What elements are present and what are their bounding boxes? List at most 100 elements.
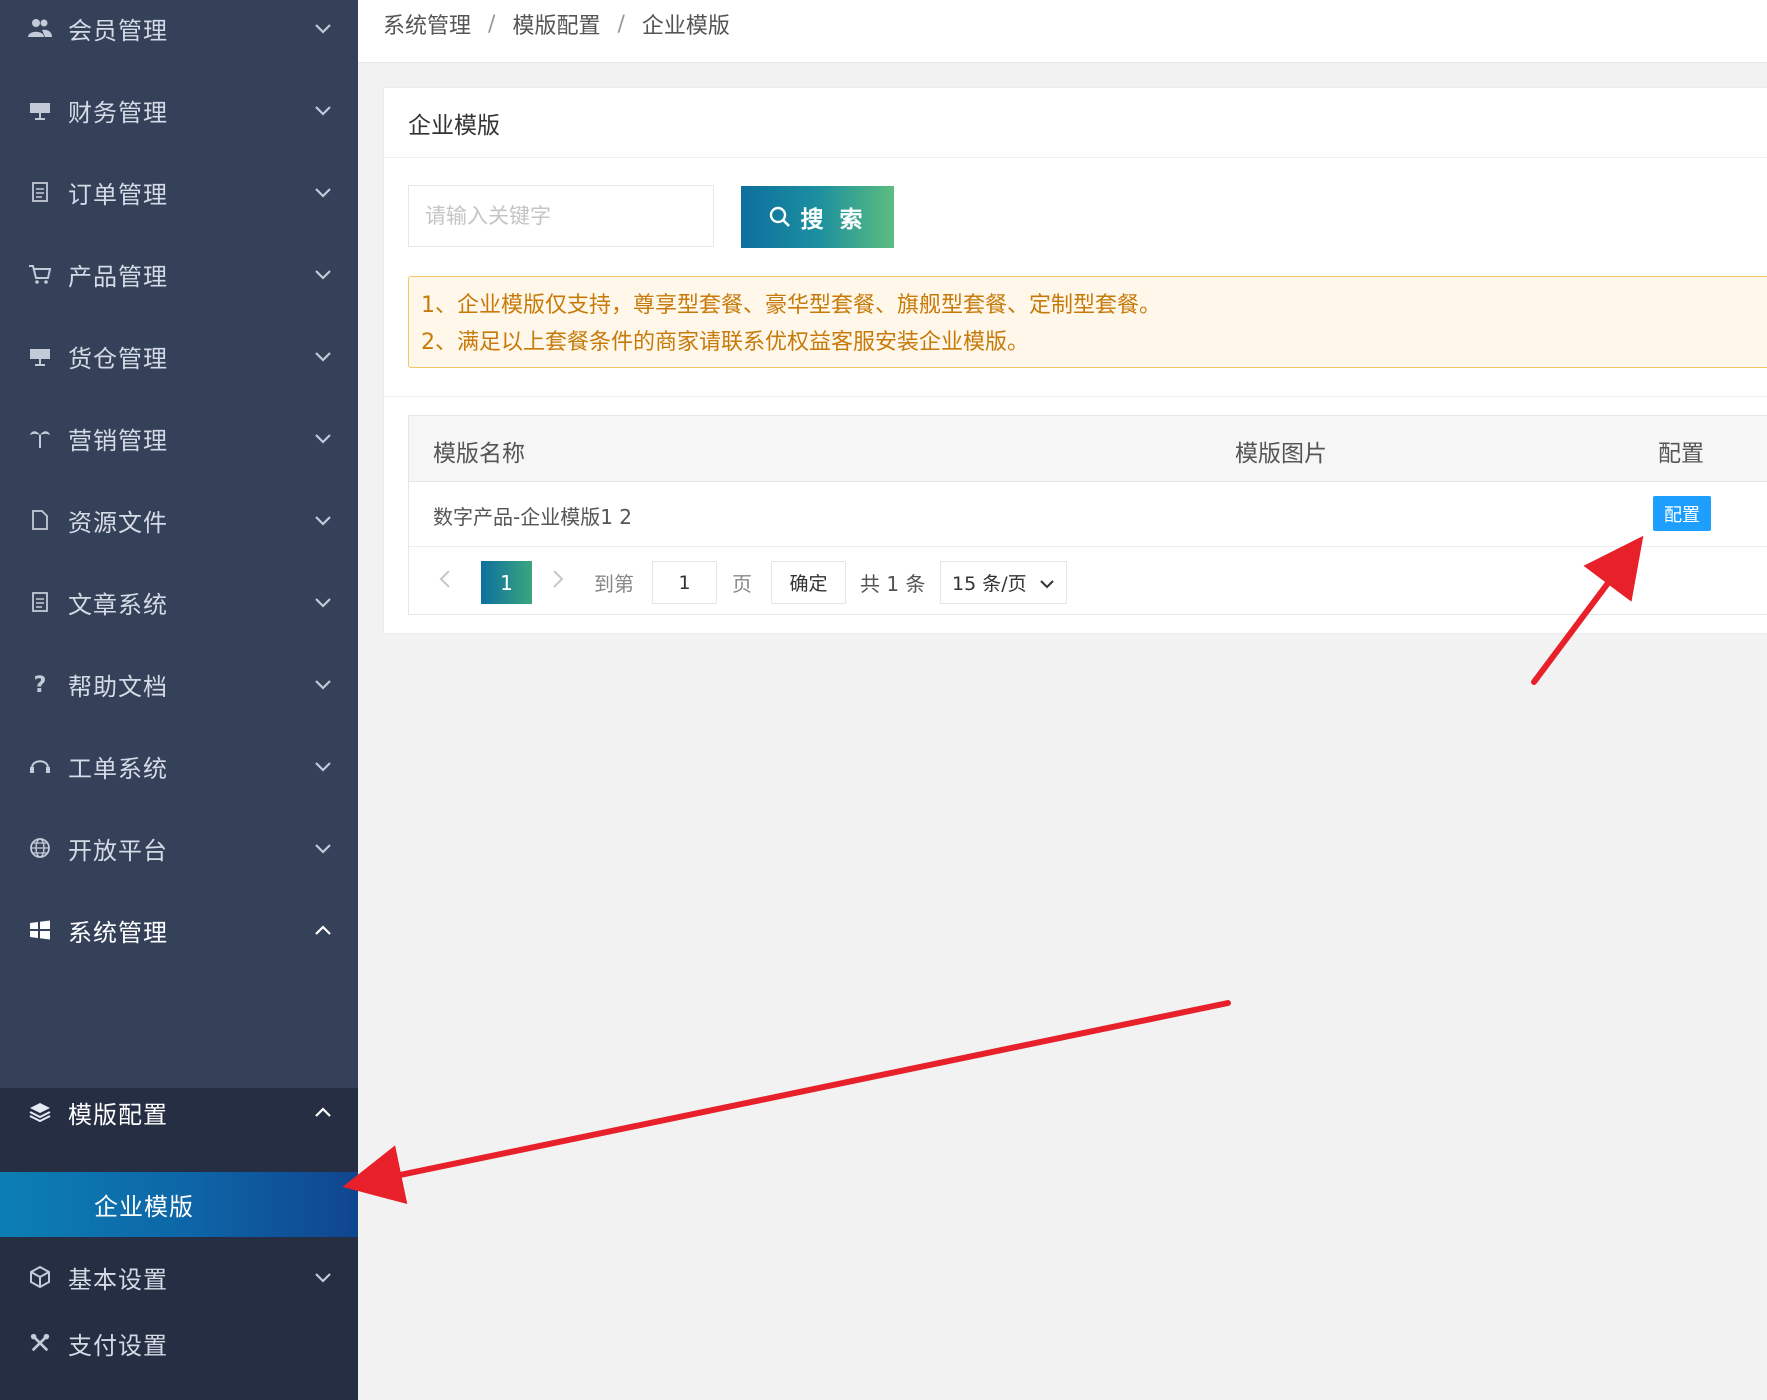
question-icon: ?: [27, 671, 53, 697]
page-size-value: 15 条/页: [952, 573, 1027, 595]
chevron-down-icon: [315, 106, 331, 116]
chevron-up-icon: [315, 1107, 331, 1117]
sidebar-item-payment-settings[interactable]: 支付设置: [0, 1310, 358, 1376]
sidebar-item[interactable]: 会员管理: [0, 0, 358, 74]
globe-icon: [27, 835, 53, 861]
chevron-up-icon: [315, 925, 331, 935]
notice-line: 2、满足以上套餐条件的商家请联系优权益客服安装企业模版。: [421, 330, 1029, 355]
sidebar-item-label: 帮助文档: [68, 672, 168, 701]
page-size-select[interactable]: 15 条/页: [940, 561, 1067, 604]
sidebar-item[interactable]: 产品管理: [0, 228, 358, 320]
config-button[interactable]: 配置: [1653, 496, 1711, 531]
search-button[interactable]: 搜 索: [741, 186, 894, 248]
chevron-down-icon: [315, 680, 331, 690]
warehouse-icon: [27, 343, 53, 369]
sidebar-item-label: 资源文件: [68, 508, 168, 537]
chevron-down-icon: [315, 352, 331, 362]
pagination: 1 到第 页 确定 共 1 条 15 条/页: [409, 546, 1767, 614]
chevron-down-icon: [315, 762, 331, 772]
chevron-down-icon: [315, 270, 331, 280]
prev-page-icon[interactable]: [435, 568, 457, 590]
breadcrumb-item[interactable]: 模版配置: [512, 8, 600, 40]
chevron-down-icon: [315, 598, 331, 608]
headset-icon: [27, 753, 53, 779]
tools-icon: [27, 1330, 53, 1356]
annotation-arrow: [342, 1000, 1231, 1205]
search-input[interactable]: [408, 185, 714, 247]
sidebar-item[interactable]: 文章系统: [0, 556, 358, 648]
current-page-button[interactable]: 1: [481, 561, 532, 604]
sidebar-item-label: 产品管理: [68, 262, 168, 291]
template-name-cell: 数字产品-企业模版1 2: [433, 505, 633, 529]
sidebar-item-label: 基本设置: [68, 1265, 168, 1294]
sidebar-item-label: 财务管理: [68, 98, 168, 127]
top-bar: 系统管理 / 模版配置 / 企业模版: [358, 0, 1767, 63]
sidebar-item[interactable]: 货仓管理: [0, 310, 358, 402]
chevron-down-icon: [1040, 580, 1054, 589]
sidebar-item-label: 支付设置: [68, 1331, 168, 1360]
sidebar-item[interactable]: ? 帮助文档: [0, 638, 358, 730]
sidebar-item-label: 货仓管理: [68, 344, 168, 373]
sidebar-item-label: 营销管理: [68, 426, 168, 455]
sidebar-subitem-enterprise-template[interactable]: 企业模版: [0, 1172, 358, 1237]
sidebar-item-label: 模版配置: [68, 1100, 168, 1129]
sidebar-item-template-config[interactable]: 模版配置: [0, 1070, 358, 1154]
breadcrumb-separator: /: [617, 11, 625, 37]
document-icon: [27, 179, 53, 205]
sidebar-item-label: 系统管理: [68, 918, 168, 947]
users-icon: [27, 15, 53, 41]
table-row: 数字产品-企业模版1 2 配置: [409, 481, 1767, 547]
goto-confirm-button[interactable]: 确定: [771, 561, 846, 604]
notice-line: 1、企业模版仅支持，尊享型套餐、豪华型套餐、旗舰型套餐、定制型套餐。: [421, 293, 1161, 318]
svg-text:?: ?: [34, 673, 47, 695]
sidebar: 会员管理 财务管理 订单管理 产品管理 货仓管理 营销管理 资源文件 文章系统? 帮助文档 工单系…: [0, 0, 358, 1400]
sidebar-item[interactable]: 系统管理: [0, 884, 358, 976]
sidebar-item-label: 订单管理: [68, 180, 168, 209]
goto-page-input[interactable]: [652, 561, 717, 604]
chevron-down-icon: [315, 844, 331, 854]
cube-icon: [27, 1264, 53, 1290]
template-table: 模版名称 模版图片 配置 数字产品-企业模版1 2 配置 1 到第 页 确定 共…: [408, 415, 1767, 615]
page-label: 页: [732, 572, 752, 596]
chevron-down-icon: [315, 24, 331, 34]
search-icon: [770, 206, 791, 227]
sidebar-item-label: 工单系统: [68, 754, 168, 783]
sidebar-item[interactable]: 开放平台: [0, 802, 358, 894]
content-card: 企业模版 搜 索 1、企业模版仅支持，尊享型套餐、豪华型套餐、旗舰型套餐、定制型…: [383, 87, 1767, 634]
column-header: 模版图片: [1235, 441, 1327, 467]
sidebar-item-label: 文章系统: [68, 590, 168, 619]
palm-icon: [27, 425, 53, 451]
layers-icon: [27, 1099, 53, 1125]
chevron-down-icon: [315, 434, 331, 444]
total-count: 共 1 条: [860, 572, 926, 596]
sidebar-item-basic-settings[interactable]: 基本设置: [0, 1244, 358, 1310]
table-header: 模版名称 模版图片 配置: [409, 416, 1767, 482]
next-page-icon[interactable]: [546, 568, 568, 590]
breadcrumb: 系统管理 / 模版配置 / 企业模版: [383, 8, 730, 40]
sidebar-item-label: 会员管理: [68, 16, 168, 45]
sidebar-item[interactable]: 资源文件: [0, 474, 358, 566]
chevron-down-icon: [315, 516, 331, 526]
breadcrumb-current: 企业模版: [641, 14, 730, 39]
column-header: 配置: [1658, 441, 1704, 467]
sidebar-item-label: 开放平台: [68, 836, 168, 865]
article-icon: [27, 589, 53, 615]
breadcrumb-item[interactable]: 系统管理: [383, 8, 471, 40]
windows-icon: [27, 917, 53, 943]
finance-icon: [27, 97, 53, 123]
notice-box: 1、企业模版仅支持，尊享型套餐、豪华型套餐、旗舰型套餐、定制型套餐。 2、满足以…: [408, 276, 1767, 368]
goto-label: 到第: [594, 572, 634, 596]
chevron-down-icon: [315, 1273, 331, 1283]
sidebar-item[interactable]: 财务管理: [0, 64, 358, 156]
search-button-label: 搜 索: [800, 207, 867, 233]
file-icon: [27, 507, 53, 533]
divider: [384, 157, 1767, 158]
sidebar-item[interactable]: 订单管理: [0, 146, 358, 238]
card-title: 企业模版: [408, 113, 500, 139]
sidebar-item[interactable]: 工单系统: [0, 720, 358, 812]
sidebar-item[interactable]: 营销管理: [0, 392, 358, 484]
sidebar-subitem-label: 企业模版: [94, 1193, 194, 1221]
cart-icon: [27, 261, 53, 287]
breadcrumb-separator: /: [488, 11, 496, 37]
chevron-down-icon: [315, 188, 331, 198]
